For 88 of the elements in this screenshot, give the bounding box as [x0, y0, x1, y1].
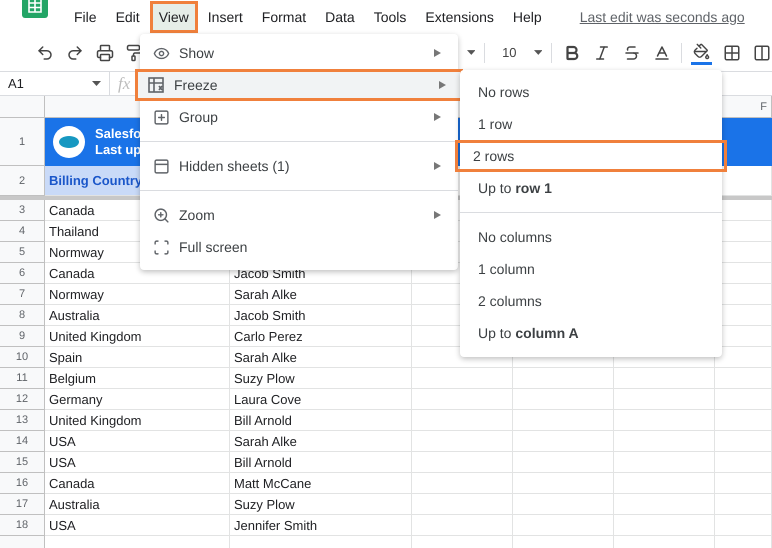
row-header[interactable]: 14 — [0, 431, 45, 452]
menu-item[interactable]: 1 column — [460, 253, 722, 285]
submenu-arrow-icon — [434, 162, 441, 170]
table-cell: Jennifer Smith — [230, 515, 412, 536]
table-cell: Carlo Perez — [230, 326, 412, 347]
menu-item[interactable]: No columns — [460, 221, 722, 253]
table-cell — [715, 452, 772, 473]
menu-item[interactable]: Extensions — [416, 1, 503, 33]
menu-item[interactable]: File — [65, 1, 106, 33]
row-header[interactable]: 7 — [0, 284, 45, 305]
menu-item[interactable]: Up to column A — [460, 317, 722, 349]
table-cell: Sarah Alke — [230, 347, 412, 368]
row-header[interactable]: 17 — [0, 494, 45, 515]
table-cell: Canada — [45, 473, 230, 494]
table-cell: Suzy Plow — [230, 494, 412, 515]
submenu-arrow-icon — [434, 113, 441, 121]
menu-item[interactable]: Format — [252, 1, 316, 33]
table-cell: Germany — [45, 389, 230, 410]
menu-item[interactable]: Help — [504, 1, 551, 33]
table-cell: Normway — [45, 284, 230, 305]
menu-item[interactable]: Group — [140, 101, 458, 133]
table-cell: United Kingdom — [45, 410, 230, 431]
table-cell: USA — [45, 452, 230, 473]
table-cell: Bill Arnold — [230, 452, 412, 473]
row-header[interactable]: 16 — [0, 473, 45, 494]
row-header[interactable]: 11 — [0, 368, 45, 389]
row-header[interactable]: 15 — [0, 452, 45, 473]
zoom-in-icon — [153, 206, 171, 224]
menu-item[interactable]: 2 rows — [455, 140, 727, 172]
formula-label: fx — [118, 74, 130, 94]
table-cell: Sarah Alke — [230, 284, 412, 305]
row-header[interactable]: 6 — [0, 263, 45, 284]
banner-text: Salesfo Last up — [95, 126, 142, 158]
menu-item[interactable]: Data — [316, 1, 364, 33]
plus-square-icon — [153, 108, 171, 126]
row-header[interactable]: 2 — [0, 166, 45, 196]
row-header[interactable]: 8 — [0, 305, 45, 326]
table-cell: United Kingdom — [45, 326, 230, 347]
table-cell — [715, 410, 772, 431]
row-header[interactable]: 12 — [0, 389, 45, 410]
row-header[interactable]: 18 — [0, 515, 45, 536]
last-edit-link[interactable]: Last edit was seconds ago — [580, 9, 745, 25]
table-cell: Suzy Plow — [230, 368, 412, 389]
table-cell — [715, 431, 772, 452]
caret-icon — [92, 81, 101, 86]
submenu-arrow-icon — [439, 81, 446, 89]
row-header[interactable]: 5 — [0, 242, 45, 263]
row-header[interactable]: 13 — [0, 410, 45, 431]
table-cell: Sarah Alke — [230, 431, 412, 452]
table-cell: Jacob Smith — [230, 305, 412, 326]
table-cell: Bill Arnold — [230, 410, 412, 431]
fullscreen-icon — [153, 238, 171, 256]
table-cell — [715, 515, 772, 536]
window-icon — [153, 158, 171, 174]
cloud-logo-icon — [53, 126, 85, 158]
row-header[interactable]: 4 — [0, 221, 45, 242]
sheets-logo-icon[interactable] — [22, 0, 48, 18]
menu-item[interactable]: Up to row 1 — [460, 172, 722, 204]
table-cell: USA — [45, 431, 230, 452]
menu-item[interactable]: Freeze — [135, 69, 463, 101]
menu-item[interactable]: View — [150, 1, 198, 33]
row-header[interactable]: 9 — [0, 326, 45, 347]
table-cell — [715, 473, 772, 494]
table-cell: Belgium — [45, 368, 230, 389]
table-cell — [715, 389, 772, 410]
row-header[interactable]: 3 — [0, 200, 45, 221]
row-header[interactable]: 1 — [0, 118, 45, 166]
submenu-arrow-icon — [434, 211, 441, 219]
font-size-field[interactable]: 10 — [494, 45, 525, 60]
table-cell: USA — [45, 515, 230, 536]
table-cell — [715, 494, 772, 515]
table-cell: Australia — [45, 305, 230, 326]
menu-item[interactable]: 2 columns — [460, 285, 722, 317]
table-cell: Australia — [45, 494, 230, 515]
submenu-arrow-icon — [434, 49, 441, 57]
caret-icon — [534, 50, 542, 55]
fill-color-icon[interactable] — [691, 40, 712, 64]
menu-item[interactable]: Insert — [198, 1, 252, 33]
menu-item[interactable]: Edit — [106, 1, 149, 33]
table-cell: Laura Cove — [230, 389, 412, 410]
menu-item[interactable]: Show — [140, 37, 458, 69]
table-cell: Spain — [45, 347, 230, 368]
table-cell: Matt McCane — [230, 473, 412, 494]
table-cell — [715, 368, 772, 389]
menu-item[interactable]: Tools — [364, 1, 416, 33]
freeze-grid-icon — [148, 77, 166, 93]
caret-icon — [466, 50, 476, 55]
row-header[interactable]: 10 — [0, 347, 45, 368]
